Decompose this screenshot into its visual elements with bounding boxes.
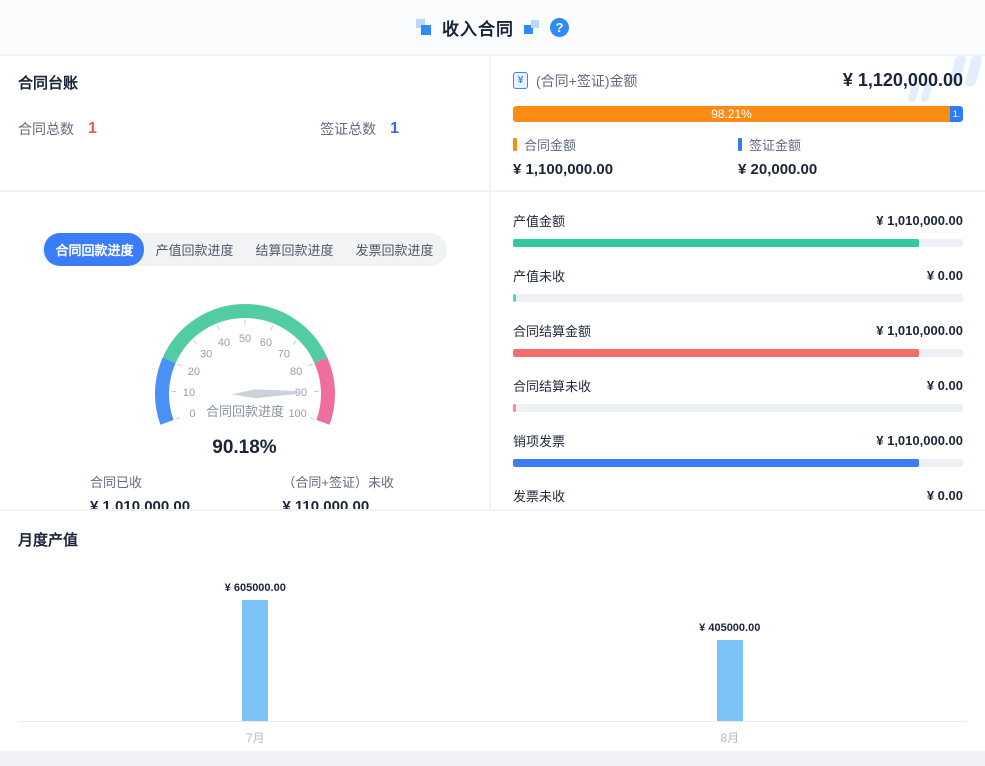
unreceived-stat-label: （合同+签证）未收 (282, 472, 394, 491)
metric-label: 发票未收 (513, 486, 565, 505)
metric-bar-track (513, 404, 963, 412)
received-stat: 合同已收 ¥ 1,010,000.00 (90, 472, 190, 509)
metric-bar-track (513, 349, 963, 357)
visa-amount-value: ¥ 20,000.00 (738, 161, 963, 178)
month-axis-label: 8月 (720, 729, 739, 746)
gauge-needle (231, 388, 302, 399)
metric-bar-track (513, 239, 963, 247)
metric-bar-track (513, 294, 963, 302)
amount-summary-card: ¥ (合同+签证)金额 ¥ 1,120,000.00 98.21% 1. 合同金… (491, 56, 985, 190)
metric-bar-fill (513, 239, 919, 247)
month-bar-value-label: ¥ 405000.00 (699, 622, 760, 634)
metric-label: 合同结算金额 (513, 321, 591, 340)
metric-label: 销项发票 (513, 431, 565, 450)
contract-count-group: 合同总数 1 (18, 119, 97, 139)
metric-label: 产值金额 (513, 211, 565, 230)
visa-amount-segment: 1. (950, 106, 963, 122)
tab-invoice-payback[interactable]: 发票回款进度 (345, 233, 445, 266)
metric-bar-fill (513, 459, 919, 467)
metric-row-invoice-amount: 销项发票 ¥ 1,010,000.00 (513, 425, 963, 467)
monthly-output-card: 月度产值 ¥ 605000.00 ¥ 405000.00 7月 8月 (0, 511, 985, 751)
svg-text:0: 0 (189, 408, 195, 420)
contract-amount-label: 合同金额 (524, 135, 576, 154)
tab-output-payback[interactable]: 产值回款进度 (144, 233, 244, 266)
contract-amount-value: ¥ 1,100,000.00 (513, 161, 738, 178)
monthly-x-axis: 7月 8月 (18, 722, 967, 748)
dashboard-page: 收入合同 ? 合同台账 合同总数 1 签证总数 1 (0, 0, 985, 766)
metric-value: ¥ 0.00 (927, 488, 963, 503)
metric-bar-fill (513, 294, 516, 302)
svg-text:10: 10 (182, 387, 194, 399)
visa-legend-mark (738, 138, 742, 151)
payback-progress-card: 合同回款进度 产值回款进度 结算回款进度 发票回款进度 010203040506… (0, 192, 489, 509)
svg-text:50: 50 (238, 333, 250, 345)
month-bar (717, 640, 743, 721)
month-bar-value-label: ¥ 605000.00 (225, 582, 286, 594)
progress-tab-group: 合同回款进度 产值回款进度 结算回款进度 发票回款进度 (42, 233, 446, 266)
unreceived-stat: （合同+签证）未收 ¥ 110,000.00 (282, 472, 394, 509)
contract-ledger-card: 合同台账 合同总数 1 签证总数 1 (0, 56, 489, 190)
summary-total-amount: ¥ 1,120,000.00 (843, 70, 963, 91)
page-header: 收入合同 ? (0, 0, 985, 55)
svg-text:30: 30 (199, 349, 211, 361)
yuan-bill-icon: ¥ (513, 72, 528, 89)
metric-bar-track (513, 459, 963, 467)
ledger-title: 合同台账 (18, 72, 471, 93)
metric-row-settlement-amount: 合同结算金额 ¥ 1,010,000.00 (513, 315, 963, 357)
received-stat-label: 合同已收 (90, 472, 190, 491)
tab-contract-payback[interactable]: 合同回款进度 (44, 233, 144, 266)
title-decoration-left (416, 19, 432, 35)
metric-value: ¥ 1,010,000.00 (876, 213, 963, 228)
svg-text:20: 20 (187, 366, 199, 378)
metric-value: ¥ 0.00 (927, 378, 963, 393)
metric-value: ¥ 0.00 (927, 268, 963, 283)
visa-count-value: 1 (390, 120, 399, 138)
metric-value: ¥ 1,010,000.00 (876, 323, 963, 338)
monthly-bar-chart: ¥ 605000.00 ¥ 405000.00 (18, 564, 967, 722)
received-stat-value: ¥ 1,010,000.00 (90, 498, 190, 509)
monthly-output-title: 月度产值 (18, 529, 967, 550)
contract-count-value: 1 (88, 120, 97, 138)
metric-bar-fill (513, 349, 919, 357)
unreceived-stat-value: ¥ 110,000.00 (282, 498, 394, 509)
visa-amount-label: 签证金额 (749, 135, 801, 154)
svg-text:100: 100 (288, 408, 306, 420)
page-title: 收入合同 (442, 15, 514, 40)
svg-text:80: 80 (290, 366, 302, 378)
metric-row-invoice-unreceived: 发票未收 ¥ 0.00 (513, 480, 963, 509)
metric-row-output-amount: 产值金额 ¥ 1,010,000.00 (513, 205, 963, 247)
summary-label: (合同+签证)金额 (536, 71, 638, 91)
contract-amount-legend: 合同金额 ¥ 1,100,000.00 (513, 135, 738, 178)
month-bar (242, 600, 268, 721)
gauge-center-label: 合同回款进度 (205, 404, 283, 419)
gauge-value-text: 90.18% (0, 437, 489, 459)
metric-value: ¥ 1,010,000.00 (876, 433, 963, 448)
metric-label: 合同结算未收 (513, 376, 591, 395)
gauge-chart: 0102030405060708090100合同回款进度 (75, 278, 415, 430)
svg-text:70: 70 (277, 349, 289, 361)
metric-row-output-unreceived: 产值未收 ¥ 0.00 (513, 260, 963, 302)
tab-settlement-payback[interactable]: 结算回款进度 (245, 233, 345, 266)
metrics-card: 产值金额 ¥ 1,010,000.00 产值未收 ¥ 0.00 合同结算金额 ¥… (491, 192, 985, 509)
visa-count-group: 签证总数 1 (320, 119, 399, 139)
contract-amount-segment: 98.21% (513, 106, 950, 122)
metric-label: 产值未收 (513, 266, 565, 285)
metric-row-settlement-unreceived: 合同结算未收 ¥ 0.00 (513, 370, 963, 412)
metric-bar-fill (513, 404, 516, 412)
visa-amount-legend: 签证金额 ¥ 20,000.00 (738, 135, 963, 178)
month-axis-label: 7月 (246, 729, 265, 746)
help-icon[interactable]: ? (550, 18, 569, 37)
visa-count-label: 签证总数 (320, 119, 376, 139)
amount-stacked-bar: 98.21% 1. (513, 106, 963, 122)
svg-text:40: 40 (217, 337, 229, 349)
title-decoration-right (524, 19, 540, 35)
contract-legend-mark (513, 138, 517, 151)
contract-count-label: 合同总数 (18, 119, 74, 139)
svg-text:60: 60 (259, 337, 271, 349)
